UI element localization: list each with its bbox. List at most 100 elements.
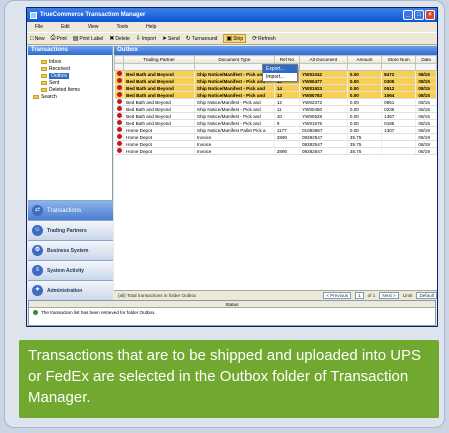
turnaround-button[interactable]: ↻ Turnaround [186, 35, 218, 43]
delete-button[interactable]: ✖ Delete [109, 35, 129, 43]
column-header[interactable]: Document Type [193, 55, 275, 64]
table-cell: YW91576 [299, 119, 348, 127]
import-button[interactable]: ⇩ Import [135, 35, 156, 43]
menu-help[interactable]: Help [146, 24, 156, 30]
table-cell: Bed Bath and Beyond [123, 84, 195, 92]
table-cell: 0.00 [347, 91, 383, 99]
filter-cell[interactable] [298, 63, 348, 71]
table-cell: 09382547 [299, 140, 348, 148]
nav-transactions[interactable]: ⇄ Transactions [28, 200, 113, 220]
filter-cell[interactable] [415, 63, 437, 71]
page-number[interactable]: 1 [355, 291, 364, 299]
column-header[interactable]: Trading Partner [123, 55, 195, 64]
new-button[interactable]: □ New [30, 36, 45, 42]
row-status-cell [114, 91, 125, 99]
dropdown-item-export[interactable]: Export... [263, 65, 297, 73]
row-status-cell [114, 105, 125, 113]
filter-cell[interactable] [123, 63, 195, 71]
menu-edit[interactable]: Edit [61, 24, 70, 30]
table-row[interactable]: Bed Bath and Beyond Ship Notice/Manifest … [114, 91, 437, 99]
import-icon: ⇩ [135, 36, 141, 42]
filter-cell[interactable] [113, 63, 125, 71]
toolbar-label: Send [168, 35, 180, 42]
nav-business-system[interactable]: ⚙ Business System [28, 240, 113, 260]
nav-administration[interactable]: ✦ Administration [28, 280, 113, 300]
menu-file[interactable]: File [35, 24, 43, 30]
table-cell: Invoice [194, 140, 275, 148]
tree-item-sent[interactable]: Sent [33, 79, 112, 86]
table-cell: 10 [274, 112, 300, 120]
table-cell: 0235 [381, 105, 417, 113]
folder-icon [41, 59, 47, 64]
table-row[interactable]: Home Depot Invoice 2890 09382547 35.75 08/19 [114, 133, 437, 141]
limit-select[interactable]: Default [416, 291, 437, 299]
tree-item-label: Received [49, 65, 70, 72]
filter-cell[interactable] [346, 63, 383, 71]
menu-bar: File Edit View Tools Help [27, 22, 437, 32]
column-header[interactable]: Amount [346, 55, 383, 64]
table-row[interactable]: Bed Bath and Beyond Ship Notice/Manifest … [114, 98, 437, 106]
print-button[interactable]: ⎙ Print [51, 35, 67, 42]
next-button[interactable]: Next > [379, 291, 399, 299]
send-button[interactable]: ➤ Send [162, 35, 180, 43]
tree-item-inbox[interactable]: Inbox [33, 58, 112, 65]
table-cell: 08/15 [415, 91, 437, 99]
table-cell: Bed Bath and Beyond [123, 70, 195, 78]
column-header[interactable]: Date [415, 55, 437, 64]
table-row[interactable]: Bed Bath and Beyond Ship Notice/Manifest … [114, 119, 437, 127]
dropdown-item-import[interactable]: Import... [263, 73, 297, 81]
column-header[interactable]: Alt Document [298, 55, 348, 64]
error-icon [116, 141, 122, 146]
column-header[interactable] [113, 55, 125, 64]
table-row[interactable]: Bed Bath and Beyond Ship Notice/Manifest … [114, 112, 437, 120]
table-cell: YW82372 [299, 98, 348, 106]
pager-bar: (all) Total transactions in folder Outbo… [114, 290, 437, 299]
previous-button[interactable]: < Previous [323, 291, 352, 299]
table-row[interactable]: Bed Bath and Beyond Ship Notice/Manifest … [114, 105, 437, 113]
error-icon [116, 85, 122, 90]
row-status-cell [114, 126, 125, 134]
window-title: TrueCommerce Transaction Manager [40, 12, 146, 18]
table-cell: 08/19 [415, 147, 437, 155]
status-header: Status [29, 301, 435, 308]
error-icon [116, 106, 122, 111]
nav-label: Business System [47, 247, 89, 254]
table-row[interactable]: Bed Bath and Beyond Ship Notice/Manifest … [114, 84, 437, 92]
tree-item-deleted-items[interactable]: Deleted Items [33, 86, 112, 93]
table-cell: Bed Bath and Beyond [123, 119, 195, 127]
table-row[interactable]: Home Depot Invoice 09382547 35.75 08/19 [114, 140, 437, 148]
column-header[interactable]: Store Num [381, 55, 417, 64]
table-cell: Ship Notice/Manifest - Pick and [194, 98, 275, 106]
error-icon [116, 92, 122, 97]
error-icon [116, 99, 122, 104]
column-header[interactable]: Ref No [273, 55, 300, 64]
refresh-button[interactable]: ⟳ Refresh [252, 35, 276, 43]
close-button[interactable]: × [425, 10, 435, 20]
table-row[interactable]: Home Depot Ship Notice/Manifest Pallet Pi… [114, 126, 437, 134]
tree-item-search[interactable]: Search [33, 93, 112, 100]
table-cell: Home Depot [123, 140, 195, 148]
nav-trading-partners[interactable]: ☺ Trading Partners [28, 220, 113, 240]
maximize-button[interactable]: □ [414, 10, 424, 20]
menu-tools[interactable]: Tools [116, 24, 128, 30]
transactions-icon: ⇄ [32, 205, 43, 216]
refresh-icon: ⟳ [252, 36, 258, 42]
table-cell [381, 140, 417, 148]
menu-view[interactable]: View [88, 24, 99, 30]
table-cell: 1367 [381, 112, 417, 120]
table-row[interactable]: Home Depot Invoice 2890 09382547 35.75 08/19 [114, 147, 437, 155]
row-status-cell [114, 140, 125, 148]
table-cell: 0.00 [347, 105, 383, 113]
table-cell: 09382547 [299, 133, 348, 141]
ship-button[interactable]: ▣ Ship [223, 34, 247, 43]
app-window: TrueCommerce Transaction Manager _ □ × F… [26, 7, 438, 327]
minimize-button[interactable]: _ [403, 10, 413, 20]
table-cell: YW80450 [299, 105, 348, 113]
tree-item-outbox[interactable]: Outbox [33, 72, 112, 79]
print-label-button[interactable]: ▤ Print Label [73, 35, 104, 43]
filter-cell[interactable] [381, 63, 417, 71]
table-cell: 2890 [274, 133, 300, 141]
table-cell: 0.00 [347, 98, 383, 106]
tree-item-received[interactable]: Received [33, 65, 112, 72]
nav-system-activity[interactable]: ≡ System Activity [28, 260, 113, 280]
